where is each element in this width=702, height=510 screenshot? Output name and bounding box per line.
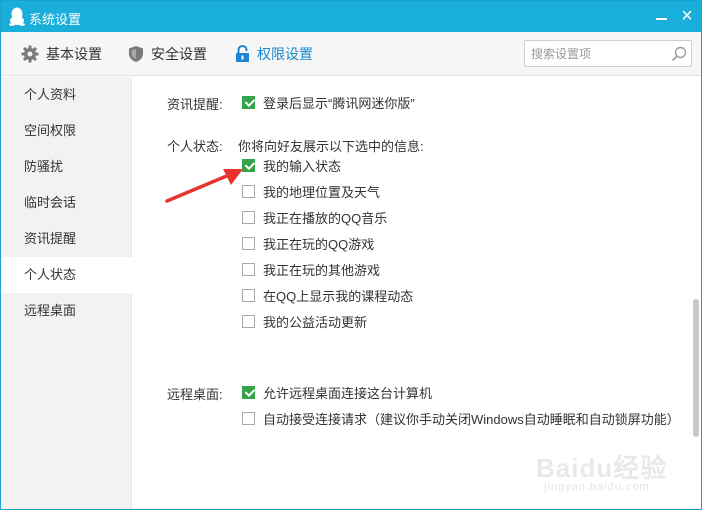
tab-security-settings[interactable]: 安全设置 <box>128 32 207 76</box>
red-annotation-arrow <box>165 169 243 203</box>
status-option-qq-music[interactable]: 我正在播放的QQ音乐 <box>242 208 387 226</box>
search-icon[interactable] <box>671 46 687 62</box>
scrollbar-thumb[interactable] <box>693 299 699 437</box>
qq-penguin-icon <box>9 7 25 26</box>
sidebar-item-personal-status[interactable]: 个人状态 <box>1 257 132 293</box>
lock-icon <box>236 45 249 62</box>
remote-option-auto-accept[interactable]: 自动接受连接请求（建议你手动关闭Windows自动睡眠和自动锁屏功能） <box>242 409 680 427</box>
sidebar: 个人资料 空间权限 防骚扰 临时会话 资讯提醒 个人状态 远程桌面 <box>1 77 132 509</box>
checkbox[interactable] <box>242 411 255 425</box>
watermark-logo-text: Baidu经验 <box>536 453 668 483</box>
option-label: 自动接受连接请求（建议你手动关闭Windows自动睡眠和自动锁屏功能） <box>263 411 680 427</box>
status-option-other-games[interactable]: 我正在玩的其他游戏 <box>242 260 380 278</box>
sidebar-item-profile[interactable]: 个人资料 <box>1 77 132 113</box>
minimize-button[interactable] <box>649 5 673 27</box>
scrollbar-track[interactable] <box>688 77 699 509</box>
settings-toolbar: 基本设置 安全设置 权限设置 <box>1 32 701 76</box>
remote-option-allow[interactable]: 允许远程桌面连接这台计算机 <box>242 383 432 401</box>
checkbox[interactable] <box>242 210 255 224</box>
option-label: 登录后显示“腾讯网迷你版” <box>263 95 415 111</box>
search-input[interactable] <box>531 44 661 63</box>
status-option-course-updates[interactable]: 在QQ上显示我的课程动态 <box>242 286 413 304</box>
sidebar-item-anti-harassment[interactable]: 防骚扰 <box>1 149 132 185</box>
search-box <box>524 40 692 67</box>
option-label: 我的地理位置及天气 <box>263 184 381 200</box>
sidebar-item-remote-desktop[interactable]: 远程桌面 <box>1 293 132 329</box>
window-title: 系统设置 <box>29 12 82 27</box>
tab-permission-settings[interactable]: 权限设置 <box>235 32 313 76</box>
tab-basic-settings-label: 基本设置 <box>46 46 102 62</box>
baidu-watermark: Baidu经验 jingyan.baidu.com <box>536 448 676 498</box>
option-label: 我的公益活动更新 <box>263 314 368 330</box>
close-icon: × <box>681 5 693 27</box>
option-label: 我正在玩的QQ游戏 <box>263 236 375 252</box>
watermark-url: jingyan.baidu.com <box>544 481 650 493</box>
settings-window: 系统设置 × 基本设置 安全设置 权限设置 搜索设置项 个人资料 空间权限 防骚… <box>0 0 702 510</box>
status-option-typing[interactable]: 我的输入状态 <box>242 156 341 174</box>
tab-basic-settings[interactable]: 基本设置 <box>21 32 102 76</box>
personal-status-hint: 你将向好友展示以下选中的信息: <box>238 139 424 154</box>
status-option-location-weather[interactable]: 我的地理位置及天气 <box>242 182 380 200</box>
status-option-qq-games[interactable]: 我正在玩的QQ游戏 <box>242 234 374 252</box>
sidebar-item-space-permission[interactable]: 空间权限 <box>1 113 132 149</box>
news-reminder-option[interactable]: 登录后显示“腾讯网迷你版” <box>242 93 415 111</box>
remote-desktop-label: 远程桌面: <box>167 387 223 402</box>
tab-permission-settings-label: 权限设置 <box>257 46 313 62</box>
sidebar-item-news-reminder[interactable]: 资讯提醒 <box>1 221 132 257</box>
checkbox[interactable] <box>242 314 255 328</box>
tab-security-settings-label: 安全设置 <box>151 46 207 62</box>
option-label: 我的输入状态 <box>263 158 342 174</box>
news-reminder-label: 资讯提醒: <box>167 97 223 112</box>
checkbox[interactable] <box>242 262 255 276</box>
checkbox[interactable] <box>242 288 255 302</box>
title-bar: 系统设置 × <box>1 1 701 32</box>
settings-content: 资讯提醒: 登录后显示“腾讯网迷你版” 个人状态: 你将向好友展示以下选中的信息… <box>133 77 701 509</box>
option-label: 允许远程桌面连接这台计算机 <box>263 385 433 401</box>
personal-status-label: 个人状态: <box>167 139 223 154</box>
option-label: 我正在播放的QQ音乐 <box>263 210 388 226</box>
close-button[interactable]: × <box>675 4 699 28</box>
checkbox[interactable] <box>242 95 255 109</box>
status-option-charity-updates[interactable]: 我的公益活动更新 <box>242 312 367 330</box>
option-label: 我正在玩的其他游戏 <box>263 262 381 278</box>
shield-icon <box>129 46 143 62</box>
checkbox[interactable] <box>242 385 255 399</box>
option-label: 在QQ上显示我的课程动态 <box>263 288 414 304</box>
sidebar-item-temp-session[interactable]: 临时会话 <box>1 185 132 221</box>
checkbox[interactable] <box>242 236 255 250</box>
gear-icon <box>21 45 39 63</box>
